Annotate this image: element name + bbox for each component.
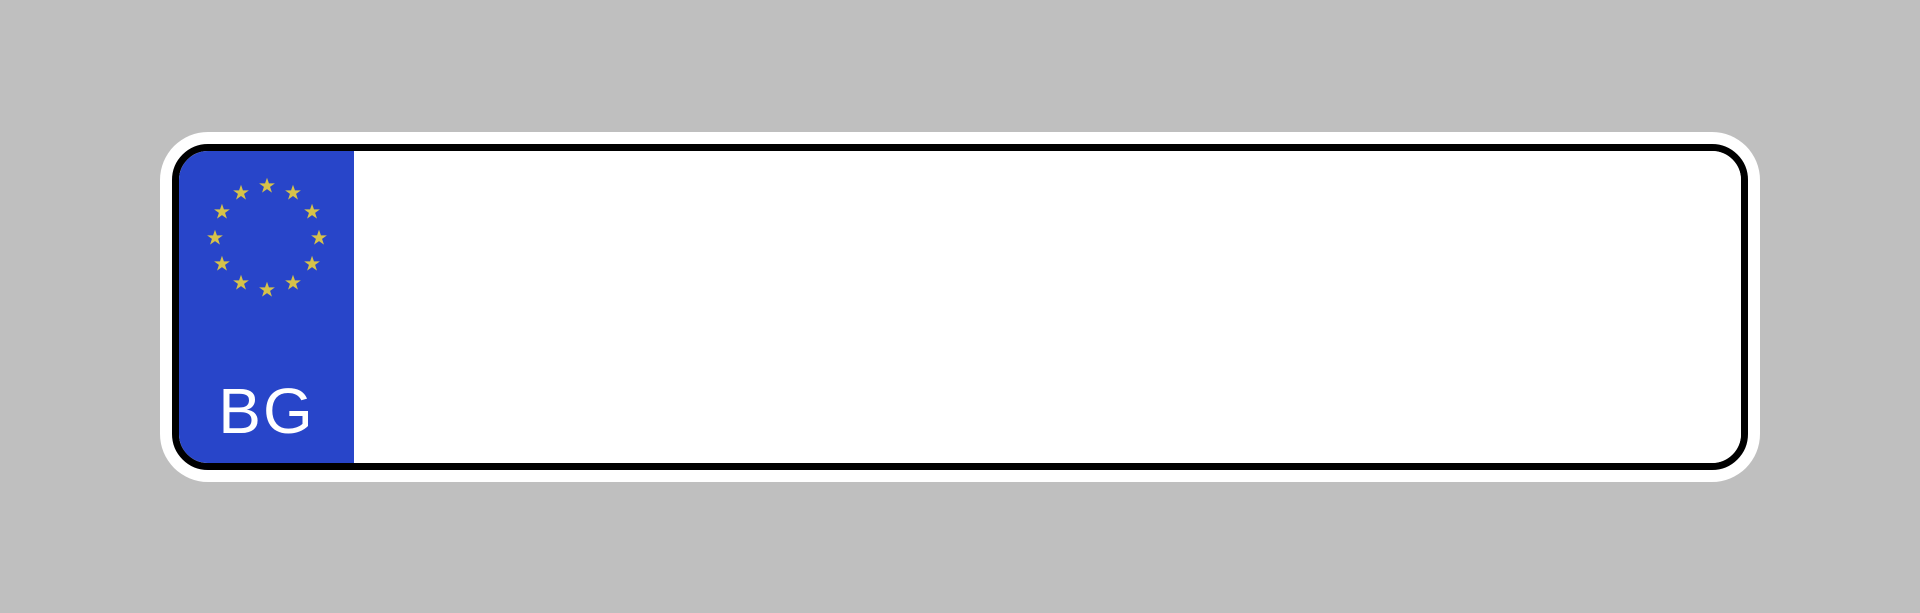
eu-stars-ring: [202, 173, 332, 303]
eu-star-icon: [284, 183, 302, 201]
eu-star-icon: [284, 274, 302, 292]
eu-star-icon: [232, 183, 250, 201]
eu-star-icon: [258, 177, 276, 195]
eu-star-icon: [303, 203, 321, 221]
eu-star-icon: [212, 255, 230, 273]
eu-star-icon: [206, 229, 224, 247]
eu-star-icon: [258, 281, 276, 299]
license-plate-outer: BG: [160, 132, 1760, 482]
eu-star-icon: [310, 229, 328, 247]
registration-area: [354, 151, 1741, 463]
eu-star-icon: [303, 255, 321, 273]
eu-star-icon: [212, 203, 230, 221]
country-code: BG: [218, 379, 314, 443]
eu-star-icon: [232, 274, 250, 292]
eu-band: BG: [179, 151, 354, 463]
license-plate-inner: BG: [172, 144, 1748, 470]
